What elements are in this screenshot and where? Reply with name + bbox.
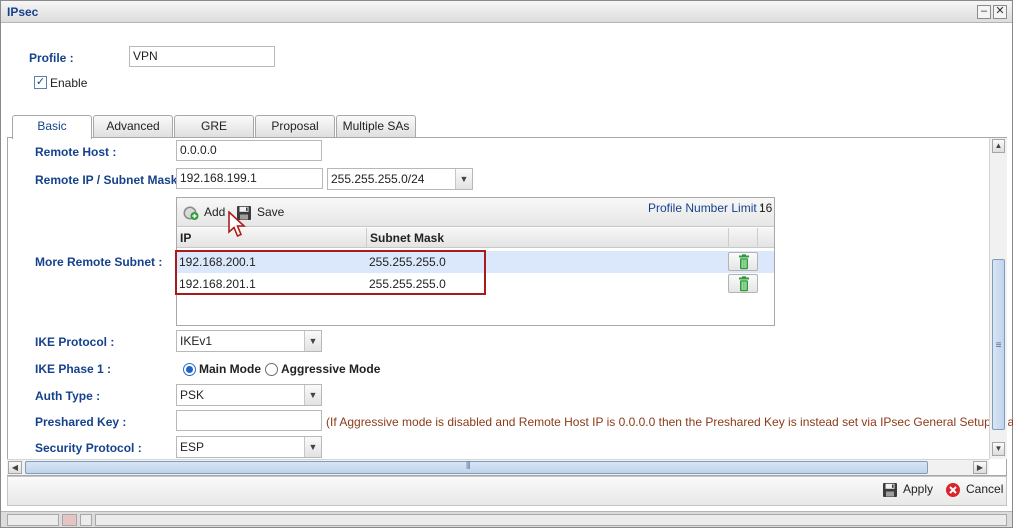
security-protocol-select[interactable]: ESP ▼	[176, 436, 322, 458]
tab-basic[interactable]: Basic	[12, 115, 92, 139]
preshared-key-input[interactable]	[176, 410, 322, 431]
remote-subnet-select[interactable]: 255.255.255.0/24 ▼	[327, 168, 473, 190]
delete-row-button[interactable]	[728, 252, 758, 271]
security-protocol-label: Security Protocol :	[35, 441, 142, 455]
trash-icon	[739, 254, 749, 270]
main-mode-radio[interactable]	[183, 363, 196, 376]
grid-toolbar: Add Save Profile Number Limit : 16	[177, 198, 774, 227]
delete-row-button[interactable]	[728, 274, 758, 293]
enable-label: Enable	[50, 76, 88, 90]
horizontal-scrollbar[interactable]: ◀ ⦀ ▶	[7, 459, 989, 475]
add-button[interactable]: Add	[183, 205, 225, 221]
ike-protocol-label: IKE Protocol :	[35, 335, 115, 349]
tab-advanced[interactable]: Advanced	[93, 115, 173, 138]
ike-protocol-select[interactable]: IKEv1 ▼	[176, 330, 322, 352]
preshared-key-hint: (If Aggressive mode is disabled and Remo…	[326, 415, 1013, 429]
auth-type-select[interactable]: PSK ▼	[176, 384, 322, 406]
add-circle-icon	[183, 206, 199, 220]
add-button-label: Add	[204, 205, 226, 220]
scroll-grip-icon: ≡	[995, 340, 1002, 351]
cancel-circle-icon	[946, 483, 960, 497]
profile-input[interactable]: VPN	[129, 46, 275, 67]
status-segment	[95, 514, 1007, 526]
auth-type-value: PSK	[180, 388, 205, 402]
title-bar[interactable]: IPsec – ✕	[1, 1, 1012, 23]
grid-header: IP Subnet Mask	[177, 228, 774, 248]
remote-ip-label: Remote IP / Subnet Mask :	[35, 173, 185, 187]
apply-button-label: Apply	[903, 482, 934, 497]
floppy-disk-icon	[883, 483, 897, 497]
tab-gre[interactable]: GRE	[174, 115, 254, 138]
auth-type-label: Auth Type :	[35, 389, 101, 403]
remote-host-label: Remote Host :	[35, 145, 117, 159]
scroll-down-button[interactable]: ▼	[992, 442, 1005, 456]
status-segment	[7, 514, 59, 526]
chevron-down-icon: ▼	[304, 437, 321, 457]
window-title: IPsec	[7, 5, 39, 19]
profile-limit-value: 16	[759, 201, 773, 215]
tab-proposal[interactable]: Proposal	[255, 115, 335, 138]
enable-checkbox[interactable]: ✓	[34, 76, 47, 89]
aggressive-mode-label: Aggressive Mode	[281, 362, 381, 376]
vertical-scroll-thumb[interactable]: ≡	[992, 259, 1005, 430]
column-header-ip[interactable]: IP	[177, 228, 367, 248]
scroll-left-button[interactable]: ◀	[8, 461, 22, 474]
profile-label: Profile :	[29, 51, 74, 65]
security-protocol-value: ESP	[180, 440, 205, 454]
more-remote-subnet-label: More Remote Subnet :	[35, 255, 163, 269]
apply-button[interactable]: Apply	[882, 482, 933, 498]
remote-subnet-value: 255.255.255.0/24	[331, 172, 425, 186]
dialog-footer: Apply Cancel	[7, 476, 1007, 506]
horizontal-scroll-thumb[interactable]: ⦀	[25, 461, 928, 474]
main-mode-label: Main Mode	[199, 362, 261, 376]
preshared-key-label: Preshared Key :	[35, 415, 127, 429]
column-header-subnet-mask[interactable]: Subnet Mask	[367, 228, 729, 248]
cancel-button-label: Cancel	[966, 482, 1004, 497]
mouse-pointer-icon	[228, 211, 247, 238]
chevron-down-icon: ▼	[304, 331, 321, 351]
bottom-status-bar	[1, 511, 1012, 527]
trash-icon	[739, 276, 749, 292]
aggressive-mode-radio[interactable]	[265, 363, 278, 376]
chevron-down-icon: ▼	[304, 385, 321, 405]
save-button-label: Save	[257, 205, 285, 220]
profile-limit-label: Profile Number Limit :	[648, 201, 764, 215]
remote-host-input[interactable]: 0.0.0.0	[176, 140, 322, 161]
tab-multiple-sas[interactable]: Multiple SAs	[336, 115, 416, 138]
minimize-button[interactable]: –	[977, 5, 991, 19]
status-segment	[62, 514, 77, 526]
scroll-up-button[interactable]: ▲	[992, 139, 1005, 153]
remote-ip-input[interactable]: 192.168.199.1	[176, 168, 323, 189]
column-header-action	[729, 228, 758, 248]
ipsec-dialog: IPsec – ✕ Profile : VPN ✓ Enable Basic A…	[0, 0, 1013, 528]
cancel-button[interactable]: Cancel	[945, 482, 1003, 498]
rows-highlight-box	[175, 250, 486, 295]
close-button[interactable]: ✕	[993, 5, 1007, 19]
vertical-scrollbar[interactable]: ▲ ≡ ▼	[989, 138, 1007, 459]
ike-phase1-label: IKE Phase 1 :	[35, 362, 112, 376]
scroll-grip-icon: ⦀	[466, 461, 471, 472]
status-segment	[80, 514, 92, 526]
chevron-down-icon: ▼	[455, 169, 472, 189]
ike-protocol-value: IKEv1	[180, 334, 213, 348]
scroll-right-button[interactable]: ▶	[973, 461, 987, 474]
